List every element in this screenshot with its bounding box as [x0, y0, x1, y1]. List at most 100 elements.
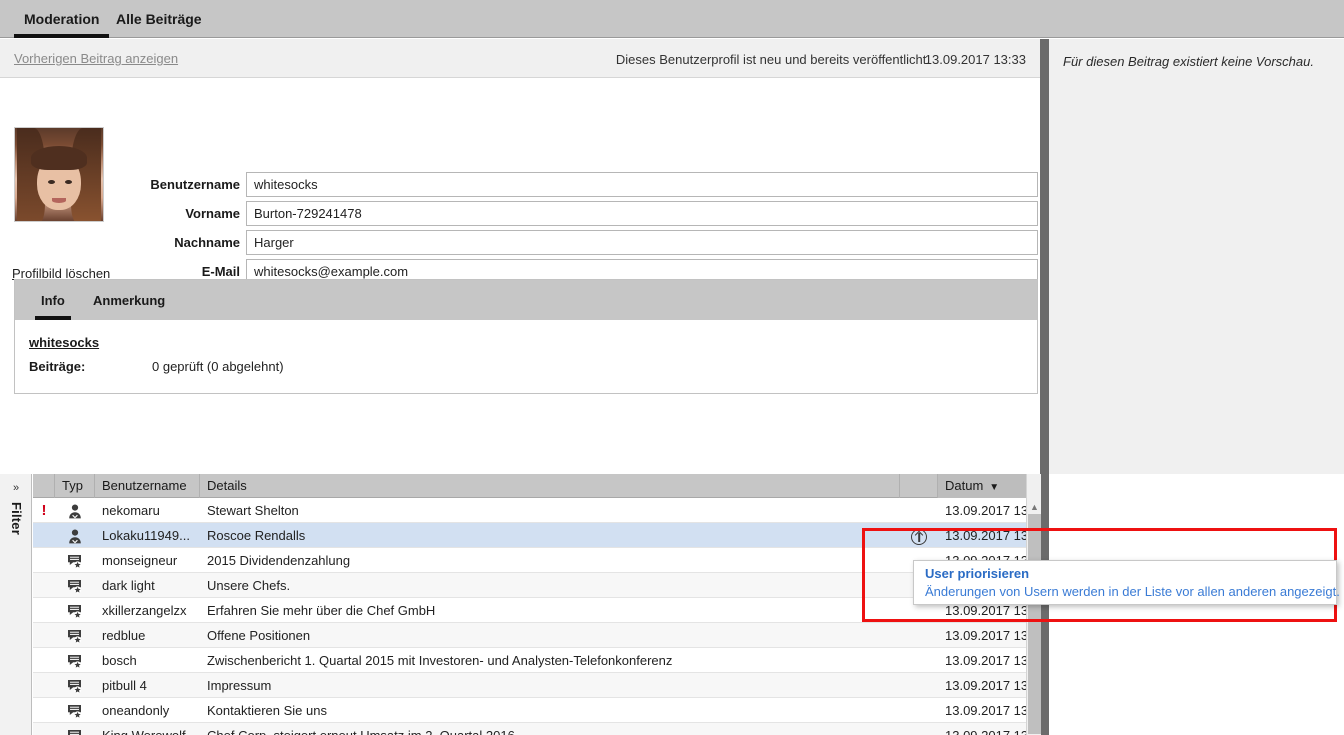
- cell-details: Roscoe Rendalls: [200, 523, 900, 548]
- table-row[interactable]: ! nekomaruStewart Shelton 13.09.2017 13:33: [33, 498, 1040, 523]
- grid: Typ Benutzername Details Datum ▼ ! nekomar…: [33, 474, 1040, 735]
- grid-header-flag[interactable]: [33, 474, 55, 498]
- alert-flag-icon: !: [33, 498, 55, 523]
- lastname-field[interactable]: [246, 230, 1038, 255]
- tab-alle-beitraege-label: Alle Beiträge: [116, 11, 202, 27]
- pane-divider[interactable]: [1040, 39, 1049, 735]
- status-date: 13.09.2017 13:33: [925, 52, 1026, 67]
- cell-username: monseigneur: [95, 548, 200, 573]
- info-posts-value: 0 geprüft (0 abgelehnt): [152, 359, 284, 374]
- grid-header-username[interactable]: Benutzername: [95, 474, 200, 498]
- cell-username: nekomaru: [95, 498, 200, 523]
- cell-details: Chef Corp. steigert erneut Umsatz im 2. …: [200, 723, 900, 735]
- cell-username: xkillerzangelzx: [95, 598, 200, 623]
- post-icon: [55, 598, 95, 623]
- cell-details: Zwischenbericht 1. Quartal 2015 mit Inve…: [200, 648, 900, 673]
- cell-username: redblue: [95, 623, 200, 648]
- user-icon: [55, 523, 95, 548]
- tab-info-label: Info: [41, 293, 65, 308]
- cell-date: 13.09.2017 13:34: [938, 623, 1040, 648]
- cell-details: Offene Positionen: [200, 623, 900, 648]
- cell-date: 13.09.2017 13:34: [938, 698, 1040, 723]
- grid-header-typ[interactable]: Typ: [55, 474, 95, 498]
- post-icon: [55, 648, 95, 673]
- grid-header: Typ Benutzername Details Datum ▼: [33, 474, 1040, 498]
- firstname-label: Vorname: [140, 201, 240, 226]
- grid-header-datum-label: Datum: [945, 478, 983, 493]
- app-root: Moderation Alle Beiträge Vorherigen Beit…: [0, 0, 1344, 735]
- status-bar: Vorherigen Beitrag anzeigen Dieses Benut…: [0, 39, 1040, 78]
- field-row-firstname: Vorname: [0, 201, 1040, 226]
- post-icon: [55, 573, 95, 598]
- flag-cell: [33, 648, 55, 673]
- table-row[interactable]: Lokaku11949...Roscoe Rendalls 13.09.2017 …: [33, 523, 1040, 548]
- flag-cell: [33, 523, 55, 548]
- sort-descending-icon: ▼: [989, 482, 999, 493]
- flag-cell: [33, 548, 55, 573]
- cell-username: Lokaku11949...: [95, 523, 200, 548]
- cell-details: Kontaktieren Sie uns: [200, 698, 900, 723]
- icon-cell: [900, 673, 938, 698]
- post-icon: [55, 623, 95, 648]
- table-row[interactable]: King WerewolfChef Corp. steigert erneut …: [33, 723, 1040, 735]
- post-icon: [55, 673, 95, 698]
- main-pane: Vorherigen Beitrag anzeigen Dieses Benut…: [0, 39, 1040, 474]
- icon-cell: [900, 648, 938, 673]
- icon-cell: [900, 498, 938, 523]
- table-row[interactable]: xkillerzangelzxErfahren Sie mehr über di…: [33, 598, 1040, 623]
- post-icon: [55, 723, 95, 735]
- tab-moderation-label: Moderation: [24, 11, 99, 27]
- cell-date: 13.09.2017 13:34: [938, 723, 1040, 735]
- grid-header-icon[interactable]: [900, 474, 938, 498]
- info-user-link[interactable]: whitesocks: [29, 335, 99, 350]
- cell-details: Stewart Shelton: [200, 498, 900, 523]
- icon-cell: [900, 723, 938, 735]
- post-icon: [55, 698, 95, 723]
- table-row[interactable]: dark lightUnsere Chefs.13.09.2017 13:34: [33, 573, 1040, 598]
- tab-anmerkung[interactable]: Anmerkung: [87, 280, 171, 320]
- grid-header-details[interactable]: Details: [200, 474, 900, 498]
- table-row[interactable]: pitbull 4Impressum13.09.2017 13:34: [33, 673, 1040, 698]
- chevron-double-right-icon[interactable]: »: [8, 482, 24, 494]
- firstname-field[interactable]: [246, 201, 1038, 226]
- cell-date: 13.09.2017 13:34: [938, 673, 1040, 698]
- scroll-up-icon[interactable]: ▲: [1029, 502, 1040, 512]
- scrollbar-thumb[interactable]: [1028, 514, 1041, 734]
- grid-header-typ-label: Typ: [62, 478, 83, 493]
- tab-alle-beitraege[interactable]: Alle Beiträge: [106, 0, 212, 38]
- table-row[interactable]: monseigneur2015 Dividendenzahlung13.09.2…: [33, 548, 1040, 573]
- cell-date: 13.09.2017 13:33: [938, 498, 1040, 523]
- field-row-username: Benutzername: [0, 172, 1040, 197]
- prioritize-user-button[interactable]: [900, 523, 938, 548]
- info-panel-tabs: Info Anmerkung: [15, 280, 1037, 320]
- top-tab-bar: Moderation Alle Beiträge: [0, 0, 1344, 38]
- previous-post-link[interactable]: Vorherigen Beitrag anzeigen: [14, 51, 178, 66]
- grid-body: ! nekomaruStewart Shelton 13.09.2017 13:33…: [33, 498, 1040, 735]
- table-row[interactable]: redblueOffene Positionen 13.09.2017 13:34: [33, 623, 1040, 648]
- icon-cell: [900, 623, 938, 648]
- username-field[interactable]: [246, 172, 1038, 197]
- cell-date: 13.09.2017 13:34: [938, 523, 1040, 548]
- avatar-fringe: [31, 146, 87, 170]
- flag-cell: [33, 673, 55, 698]
- field-row-lastname: Nachname: [0, 230, 1040, 255]
- info-panel: Info Anmerkung whitesocks Beiträge: 0 ge…: [14, 279, 1038, 394]
- table-row[interactable]: boschZwischenbericht 1. Quartal 2015 mit…: [33, 648, 1040, 673]
- grid-region: » Filter Typ Benutzername Details Datum ▼: [0, 474, 1040, 735]
- table-row[interactable]: oneandonlyKontaktieren Sie uns 13.09.2017…: [33, 698, 1040, 723]
- cell-username: oneandonly: [95, 698, 200, 723]
- cell-details: Erfahren Sie mehr über die Chef GmbH: [200, 598, 900, 623]
- cell-date: 13.09.2017 13:34: [938, 648, 1040, 673]
- flag-cell: [33, 573, 55, 598]
- tab-anmerkung-label: Anmerkung: [93, 293, 165, 308]
- grid-header-datum[interactable]: Datum ▼: [938, 474, 1040, 498]
- filter-rail[interactable]: » Filter: [0, 474, 32, 735]
- cell-details: Unsere Chefs.: [200, 573, 900, 598]
- arrow-up-circle-icon[interactable]: [911, 529, 927, 545]
- tab-info[interactable]: Info: [35, 280, 71, 320]
- flag-cell: [33, 723, 55, 735]
- flag-cell: [33, 698, 55, 723]
- tab-moderation[interactable]: Moderation: [14, 0, 109, 38]
- cell-username: King Werewolf: [95, 723, 200, 735]
- info-posts-label: Beiträge:: [29, 359, 85, 374]
